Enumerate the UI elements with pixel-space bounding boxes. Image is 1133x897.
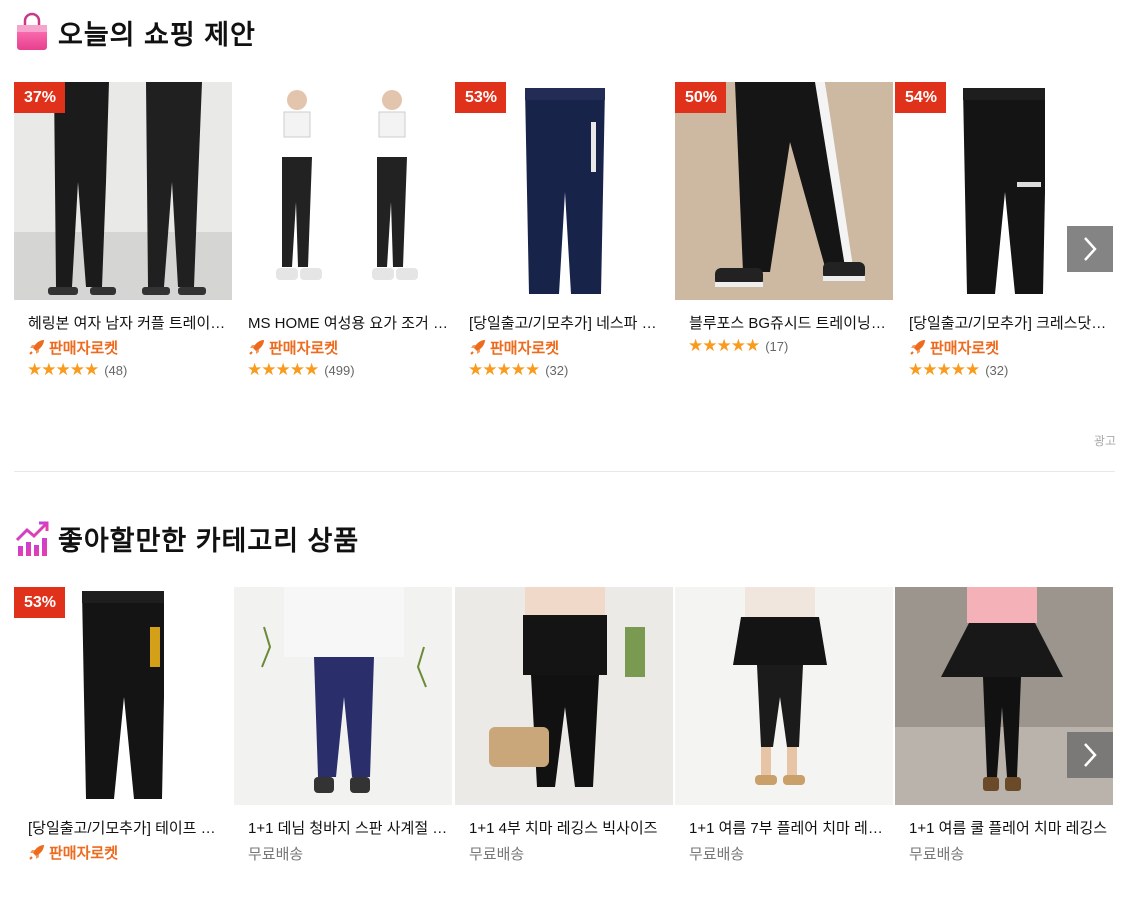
product-name[interactable]: 1+1 데님 청바지 스판 사계절 레깅스 — [248, 820, 448, 838]
product-name[interactable]: 헤링본 여자 남자 커플 트레이닝 바지 — [28, 315, 228, 333]
rating: ★★★★★ (17) — [688, 337, 893, 355]
product-name[interactable]: [당일출고/기모추가] 테이프 조거 팬츠 — [28, 820, 228, 838]
rating: ★★★★★ (32) — [908, 361, 1113, 379]
product-image[interactable] — [234, 82, 452, 300]
seller-rocket-label: 판매자로켓 — [468, 337, 673, 357]
category-recommendation-section: 좋아할만한 카테고리 상품 53% [당일출고/기모추가] 테이프 조거 팬츠 … — [0, 500, 1133, 871]
review-count: (17) — [765, 338, 789, 354]
product-card[interactable]: 50% 블루포스 BG쥬시드 트레이닝 팬츠 ★★★★★ (17) — [675, 82, 893, 355]
seller-rocket-label: 판매자로켓 — [27, 337, 232, 357]
product-image[interactable] — [675, 587, 893, 805]
section-header: 오늘의 쇼핑 제안 — [14, 12, 256, 52]
free-shipping-label: 무료배송 — [909, 846, 965, 863]
product-name[interactable]: [당일출고/기모추가] 크레스닷 조거 팬츠 — [909, 315, 1109, 333]
chevron-right-icon — [1084, 237, 1097, 261]
shopping-bag-icon — [17, 12, 47, 50]
product-card[interactable]: 53% [당일출고/기모추가] 네스파 트레이닝 바지 판매자로켓 ★★★★★ … — [455, 82, 673, 379]
rating-stars: ★★★★★ — [468, 360, 540, 379]
free-shipping-label: 무료배송 — [248, 846, 304, 863]
product-carousel: 53% [당일출고/기모추가] 테이프 조거 팬츠 판매자로켓 — [14, 587, 1124, 897]
seller-rocket-label: 판매자로켓 — [27, 842, 232, 862]
product-name[interactable]: 1+1 4부 치마 레깅스 빅사이즈 — [469, 820, 669, 838]
rocket-icon — [29, 845, 44, 860]
product-image[interactable] — [234, 587, 452, 805]
review-count: (499) — [324, 362, 355, 378]
discount-badge: 50% — [675, 82, 727, 113]
product-name[interactable]: 1+1 여름 쿨 플레어 치마 레깅스 — [909, 820, 1109, 838]
carousel-next-button[interactable] — [1067, 226, 1113, 272]
rating: ★★★★★ (499) — [247, 361, 452, 379]
product-name[interactable]: MS HOME 여성용 요가 조거 팬츠 — [248, 315, 448, 333]
section-divider — [14, 471, 1115, 472]
product-image[interactable]: 53% — [14, 587, 232, 805]
product-card[interactable]: MS HOME 여성용 요가 조거 팬츠 판매자로켓 ★★★★★ (499) — [234, 82, 452, 379]
product-card[interactable]: 1+1 데님 청바지 스판 사계절 레깅스 무료배송 — [234, 587, 452, 863]
trend-chart-icon — [15, 521, 49, 556]
seller-rocket-label: 판매자로켓 — [908, 337, 1113, 357]
rocket-icon — [29, 340, 44, 355]
product-card[interactable]: 1+1 4부 치마 레깅스 빅사이즈 무료배송 — [455, 587, 673, 863]
product-carousel: 37% 헤링본 여자 남자 커플 트레이닝 바지 판매자로켓 ★★★★★ (48… — [14, 82, 1124, 392]
rocket-icon — [249, 340, 264, 355]
rating: ★★★★★ (48) — [27, 361, 232, 379]
product-name[interactable]: 블루포스 BG쥬시드 트레이닝 팬츠 — [689, 315, 889, 333]
product-name[interactable]: 1+1 여름 7부 플레어 치마 레깅스 — [689, 820, 889, 838]
rating-stars: ★★★★★ — [908, 360, 980, 379]
rating-stars: ★★★★★ — [27, 360, 99, 379]
carousel-next-button[interactable] — [1067, 732, 1113, 778]
product-card[interactable]: 1+1 여름 쿨 플레어 치마 레깅스 무료배송 — [895, 587, 1113, 863]
product-card[interactable]: 37% 헤링본 여자 남자 커플 트레이닝 바지 판매자로켓 ★★★★★ (48… — [14, 82, 232, 379]
free-shipping-label: 무료배송 — [469, 846, 525, 863]
product-image[interactable]: 53% — [455, 82, 673, 300]
rocket-icon — [910, 340, 925, 355]
product-card[interactable]: 53% [당일출고/기모추가] 테이프 조거 팬츠 판매자로켓 — [14, 587, 232, 862]
ad-label: 광고 — [1093, 434, 1116, 448]
product-card[interactable]: 1+1 여름 7부 플레어 치마 레깅스 무료배송 — [675, 587, 893, 863]
review-count: (32) — [545, 362, 569, 378]
product-image[interactable]: 37% — [14, 82, 232, 300]
section-header: 좋아할만한 카테고리 상품 — [14, 518, 359, 558]
chevron-right-icon — [1084, 743, 1097, 767]
product-name[interactable]: [당일출고/기모추가] 네스파 트레이닝 바지 — [469, 315, 669, 333]
discount-badge: 37% — [14, 82, 66, 113]
rocket-icon — [470, 340, 485, 355]
free-shipping-label: 무료배송 — [689, 846, 745, 863]
seller-rocket-label: 판매자로켓 — [247, 337, 452, 357]
review-count: (48) — [104, 362, 128, 378]
shopping-suggestion-section: 오늘의 쇼핑 제안 37% 헤링본 여자 남자 커플 트레이닝 바지 — [0, 0, 1133, 470]
rating-stars: ★★★★★ — [688, 336, 760, 355]
review-count: (32) — [985, 362, 1009, 378]
discount-badge: 54% — [895, 82, 947, 113]
discount-badge: 53% — [455, 82, 507, 113]
product-image[interactable] — [455, 587, 673, 805]
section-title: 좋아할만한 카테고리 상품 — [58, 525, 360, 556]
section-title: 오늘의 쇼핑 제안 — [58, 19, 256, 50]
rating: ★★★★★ (32) — [468, 361, 673, 379]
discount-badge: 53% — [14, 587, 66, 618]
product-image[interactable]: 50% — [675, 82, 893, 300]
rating-stars: ★★★★★ — [247, 360, 319, 379]
